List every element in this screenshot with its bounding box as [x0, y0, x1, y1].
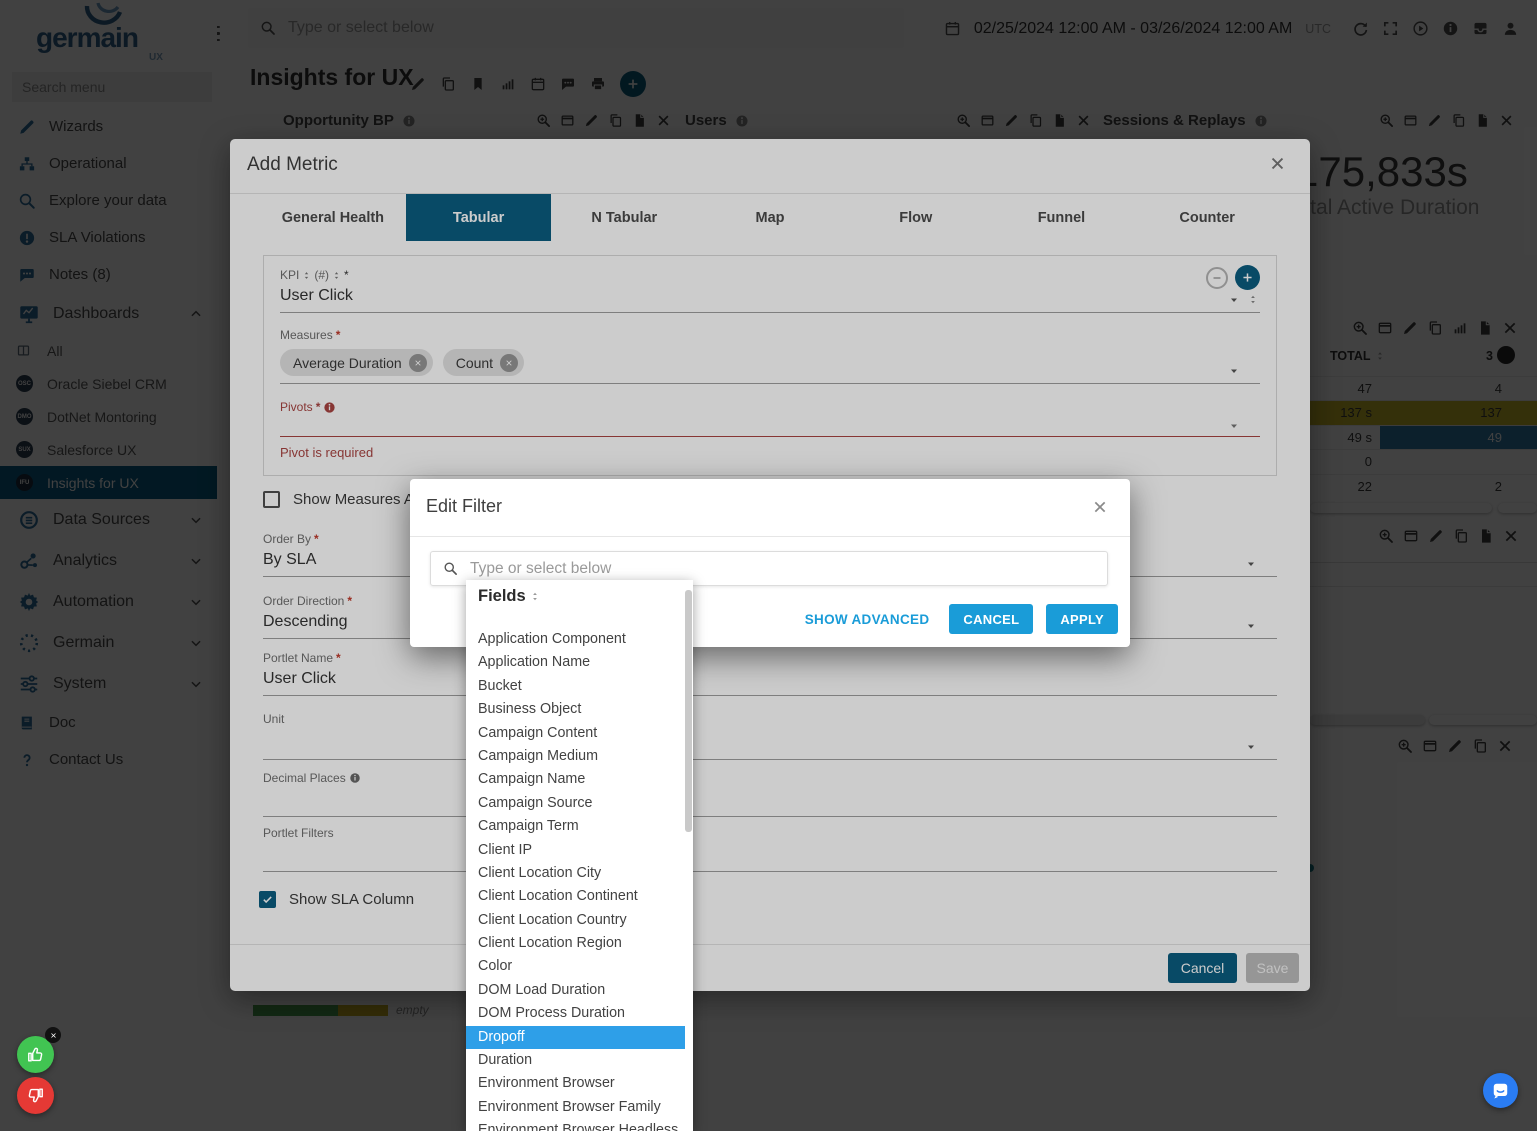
filter-search-input[interactable] [468, 559, 1095, 579]
field-option[interactable]: Client Location Country [466, 909, 685, 932]
search-icon [443, 561, 458, 576]
field-option[interactable]: Bucket [466, 675, 685, 698]
field-option[interactable]: Client IP [466, 839, 685, 862]
feedback-negative-button[interactable] [17, 1077, 54, 1114]
fields-dropdown: Fields Application ComponentApplication … [466, 580, 693, 1131]
close-icon [50, 1032, 57, 1039]
dropdown-scrollbar[interactable] [685, 590, 692, 832]
fields-list: Application ComponentApplication NameBuc… [466, 628, 685, 1131]
cancel-button[interactable]: CANCEL [949, 604, 1033, 634]
field-option[interactable]: DOM Process Duration [466, 1002, 685, 1025]
field-option[interactable]: Campaign Term [466, 815, 685, 838]
field-option[interactable]: Environment Browser Family [466, 1096, 685, 1119]
field-option[interactable]: DOM Load Duration [466, 979, 685, 1002]
fields-group-header[interactable]: Fields [478, 587, 540, 606]
field-option[interactable]: Environment Browser [466, 1072, 685, 1095]
field-option[interactable]: Client Location City [466, 862, 685, 885]
show-advanced-link[interactable]: SHOW ADVANCED [805, 612, 930, 627]
divider [410, 536, 1130, 537]
close-icon[interactable] [1092, 499, 1108, 515]
apply-button[interactable]: APPLY [1046, 604, 1118, 634]
dismiss-feedback-button[interactable] [45, 1027, 61, 1043]
field-option[interactable]: Campaign Name [466, 768, 685, 791]
field-option[interactable]: Campaign Medium [466, 745, 685, 768]
dialog-actions: SHOW ADVANCED CANCEL APPLY [805, 604, 1118, 634]
field-option[interactable]: Application Name [466, 651, 685, 674]
field-option[interactable]: Campaign Source [466, 792, 685, 815]
field-option[interactable]: Client Location Region [466, 932, 685, 955]
dialog-title: Edit Filter [426, 496, 502, 517]
app-root: germain UX Wizards Operational Explore y… [0, 0, 1537, 1131]
field-option[interactable]: Duration [466, 1049, 685, 1072]
field-option[interactable]: Client Location Continent [466, 885, 685, 908]
chat-bubble-icon [1491, 1081, 1510, 1100]
field-option[interactable]: Dropoff [466, 1026, 685, 1049]
thumbs-up-icon [26, 1045, 45, 1064]
field-option[interactable]: Campaign Content [466, 722, 685, 745]
sort-icon[interactable] [530, 590, 540, 603]
field-option[interactable]: Application Component [466, 628, 685, 651]
chat-widget-button[interactable] [1483, 1073, 1518, 1108]
field-option[interactable]: Business Object [466, 698, 685, 721]
field-option[interactable]: Environment Browser Headless [466, 1119, 685, 1131]
thumbs-down-icon [26, 1086, 45, 1105]
field-option[interactable]: Color [466, 955, 685, 978]
